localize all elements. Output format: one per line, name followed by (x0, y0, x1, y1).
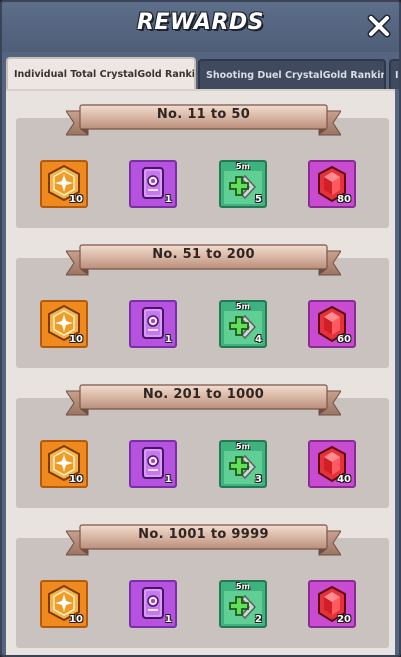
window-title: REWARDS (136, 10, 265, 35)
reward-item-ruby[interactable]: 80 (308, 160, 356, 208)
item-quantity: 20 (337, 614, 351, 625)
item-quantity: 1 (165, 474, 172, 485)
item-quantity: 10 (69, 194, 83, 205)
reward-item-badge[interactable]: 10 (40, 440, 88, 488)
tier-ribbon: No. 1001 to 9999 (66, 521, 341, 559)
tab-bar: Individual Total CrystalGold Ranking Sho… (2, 57, 399, 89)
reward-item-ruby[interactable]: 20 (308, 580, 356, 628)
tier-ribbon: No. 11 to 50 (66, 101, 341, 139)
item-quantity: 60 (337, 334, 351, 345)
reward-item-badge[interactable]: 10 (40, 160, 88, 208)
tab-individual-total[interactable]: Individual Total CrystalGold Ranking (6, 57, 196, 89)
tier-rank-label: No. 201 to 1000 (142, 387, 265, 402)
reward-item-speedup[interactable]: 5m 4 (219, 300, 267, 348)
rewards-panel: No. 11 to 50 10 1 5m 5 80 No. 51 to 200 … (6, 89, 395, 655)
item-quantity: 4 (255, 334, 262, 345)
reward-item-badge[interactable]: 10 (40, 580, 88, 628)
title-bar: REWARDS (2, 2, 399, 52)
duration-badge: 5m (236, 302, 250, 311)
reward-item-card[interactable]: 1 (129, 300, 177, 348)
item-quantity: 1 (165, 334, 172, 345)
tier-rank-label: No. 11 to 50 (156, 107, 251, 122)
reward-item-card[interactable]: 1 (129, 160, 177, 208)
duration-badge: 5m (236, 582, 250, 591)
reward-item-card[interactable]: 1 (129, 580, 177, 628)
tab-partial[interactable]: I (389, 59, 399, 89)
reward-item-ruby[interactable]: 40 (308, 440, 356, 488)
rewards-window: REWARDS Individual Total CrystalGold Ran… (0, 0, 401, 657)
item-quantity: 10 (69, 474, 83, 485)
close-button[interactable] (365, 12, 393, 40)
tier-ribbon: No. 201 to 1000 (66, 381, 341, 419)
item-quantity: 1 (165, 614, 172, 625)
item-quantity: 2 (255, 614, 262, 625)
close-icon[interactable] (367, 14, 391, 38)
reward-item-badge[interactable]: 10 (40, 300, 88, 348)
reward-item-speedup[interactable]: 5m 2 (219, 580, 267, 628)
duration-badge: 5m (236, 442, 250, 451)
reward-item-card[interactable]: 1 (129, 440, 177, 488)
item-quantity: 80 (337, 194, 351, 205)
item-quantity: 10 (69, 614, 83, 625)
reward-item-speedup[interactable]: 5m 5 (219, 160, 267, 208)
tab-shooting-duel[interactable]: Shooting Duel CrystalGold Ranking (198, 59, 386, 89)
item-quantity: 3 (255, 474, 262, 485)
item-quantity: 10 (69, 334, 83, 345)
duration-badge: 5m (236, 162, 250, 171)
item-quantity: 1 (165, 194, 172, 205)
tier-rank-label: No. 51 to 200 (152, 247, 255, 262)
reward-item-ruby[interactable]: 60 (308, 300, 356, 348)
tier-rank-label: No. 1001 to 9999 (138, 527, 269, 542)
item-quantity: 40 (337, 474, 351, 485)
reward-item-speedup[interactable]: 5m 3 (219, 440, 267, 488)
item-quantity: 5 (255, 194, 262, 205)
tier-ribbon: No. 51 to 200 (66, 241, 341, 279)
